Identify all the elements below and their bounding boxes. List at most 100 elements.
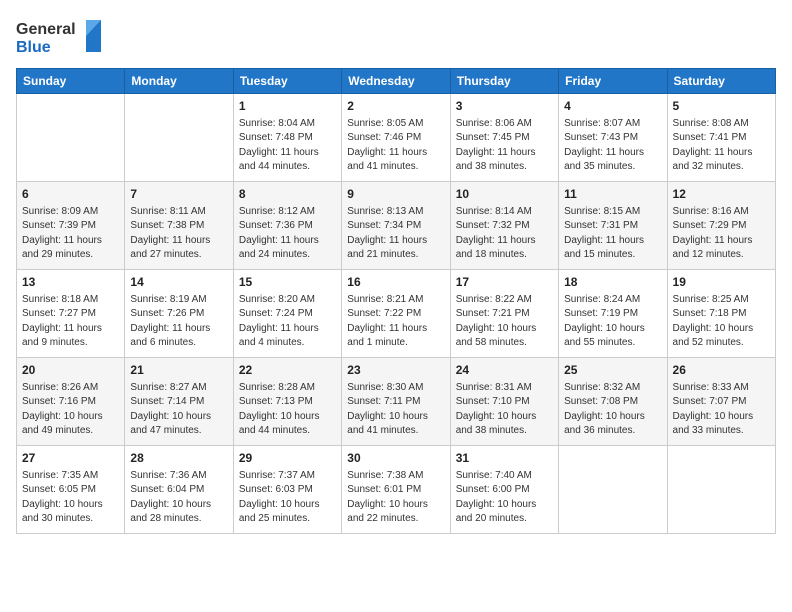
day-number: 15	[239, 274, 336, 291]
day-info: Sunrise: 8:13 AMSunset: 7:34 PMDaylight:…	[347, 205, 444, 263]
day-info: Sunrise: 8:15 AMSunset: 7:31 PMDaylight:…	[564, 205, 661, 263]
day-number: 31	[456, 450, 553, 467]
week-row-3: 13 Sunrise: 8:18 AMSunset: 7:27 PMDayligh…	[17, 270, 776, 358]
day-info: Sunrise: 8:08 AMSunset: 7:41 PMDaylight:…	[673, 117, 770, 175]
day-number: 4	[564, 98, 661, 115]
day-cell: 28Sunrise: 7:36 AMSunset: 6:04 PMDayligh…	[125, 446, 233, 534]
day-cell: 30 Sunrise: 7:38 AMSunset: 6:01 PMDayligh…	[342, 446, 450, 534]
weekday-header-wednesday: Wednesday	[342, 69, 450, 94]
week-row-4: 20 Sunrise: 8:26 AMSunset: 7:16 PMDayligh…	[17, 358, 776, 446]
day-cell: 27 Sunrise: 7:35 AMSunset: 6:05 PMDayligh…	[17, 446, 125, 534]
day-number: 18	[564, 274, 661, 291]
day-cell	[17, 94, 125, 182]
svg-text:General: General	[16, 21, 76, 38]
day-info: Sunrise: 7:37 AMSunset: 6:03 PMDaylight:…	[239, 469, 336, 527]
day-cell: 5Sunrise: 8:08 AMSunset: 7:41 PMDaylight…	[667, 94, 775, 182]
day-number: 9	[347, 186, 444, 203]
calendar-table: SundayMondayTuesdayWednesdayThursdayFrid…	[16, 68, 776, 534]
header: GeneralBlue	[16, 16, 776, 58]
day-info: Sunrise: 8:30 AMSunset: 7:11 PMDaylight:…	[347, 381, 444, 439]
day-number: 13	[22, 274, 119, 291]
day-number: 1	[239, 98, 336, 115]
weekday-header-thursday: Thursday	[450, 69, 558, 94]
day-info: Sunrise: 8:26 AMSunset: 7:16 PMDaylight:…	[22, 381, 119, 439]
day-info: Sunrise: 8:20 AMSunset: 7:24 PMDaylight:…	[239, 293, 336, 351]
day-cell: 2Sunrise: 8:05 AMSunset: 7:46 PMDaylight…	[342, 94, 450, 182]
day-number: 19	[673, 274, 770, 291]
day-cell: 21Sunrise: 8:27 AMSunset: 7:14 PMDayligh…	[125, 358, 233, 446]
day-info: Sunrise: 8:33 AMSunset: 7:07 PMDaylight:…	[673, 381, 770, 439]
day-cell: 22 Sunrise: 8:28 AMSunset: 7:13 PMDayligh…	[233, 358, 341, 446]
week-row-5: 27 Sunrise: 7:35 AMSunset: 6:05 PMDayligh…	[17, 446, 776, 534]
day-cell: 9 Sunrise: 8:13 AMSunset: 7:34 PMDaylight…	[342, 182, 450, 270]
weekday-header-tuesday: Tuesday	[233, 69, 341, 94]
day-info: Sunrise: 7:35 AMSunset: 6:05 PMDaylight:…	[22, 469, 119, 527]
day-info: Sunrise: 7:40 AMSunset: 6:00 PMDaylight:…	[456, 469, 553, 527]
day-cell: 12Sunrise: 8:16 AMSunset: 7:29 PMDayligh…	[667, 182, 775, 270]
day-cell: 7 Sunrise: 8:11 AMSunset: 7:38 PMDaylight…	[125, 182, 233, 270]
day-info: Sunrise: 7:38 AMSunset: 6:01 PMDaylight:…	[347, 469, 444, 527]
day-number: 24	[456, 362, 553, 379]
logo: GeneralBlue	[16, 16, 106, 58]
day-info: Sunrise: 8:25 AMSunset: 7:18 PMDaylight:…	[673, 293, 770, 351]
day-info: Sunrise: 8:04 AMSunset: 7:48 PMDaylight:…	[239, 117, 336, 175]
day-cell: 31 Sunrise: 7:40 AMSunset: 6:00 PMDayligh…	[450, 446, 558, 534]
day-number: 17	[456, 274, 553, 291]
svg-text:Blue: Blue	[16, 39, 51, 56]
day-info: Sunrise: 8:16 AMSunset: 7:29 PMDaylight:…	[673, 205, 770, 263]
weekday-header-sunday: Sunday	[17, 69, 125, 94]
day-info: Sunrise: 8:22 AMSunset: 7:21 PMDaylight:…	[456, 293, 553, 351]
day-number: 25	[564, 362, 661, 379]
day-number: 20	[22, 362, 119, 379]
day-info: Sunrise: 8:18 AMSunset: 7:27 PMDaylight:…	[22, 293, 119, 351]
day-cell: 16Sunrise: 8:21 AMSunset: 7:22 PMDayligh…	[342, 270, 450, 358]
day-cell: 13 Sunrise: 8:18 AMSunset: 7:27 PMDayligh…	[17, 270, 125, 358]
day-cell: 19 Sunrise: 8:25 AMSunset: 7:18 PMDayligh…	[667, 270, 775, 358]
day-number: 3	[456, 98, 553, 115]
day-info: Sunrise: 8:07 AMSunset: 7:43 PMDaylight:…	[564, 117, 661, 175]
day-cell: 17 Sunrise: 8:22 AMSunset: 7:21 PMDayligh…	[450, 270, 558, 358]
day-number: 22	[239, 362, 336, 379]
day-number: 6	[22, 186, 119, 203]
day-cell: 3 Sunrise: 8:06 AMSunset: 7:45 PMDaylight…	[450, 94, 558, 182]
day-info: Sunrise: 8:11 AMSunset: 7:38 PMDaylight:…	[130, 205, 227, 263]
week-row-1: 1 Sunrise: 8:04 AMSunset: 7:48 PMDaylight…	[17, 94, 776, 182]
day-info: Sunrise: 8:28 AMSunset: 7:13 PMDaylight:…	[239, 381, 336, 439]
day-number: 26	[673, 362, 770, 379]
day-cell: 15 Sunrise: 8:20 AMSunset: 7:24 PMDayligh…	[233, 270, 341, 358]
day-cell	[667, 446, 775, 534]
day-cell: 25Sunrise: 8:32 AMSunset: 7:08 PMDayligh…	[559, 358, 667, 446]
day-number: 10	[456, 186, 553, 203]
calendar-page: GeneralBlue SundayMondayTuesdayWednesday…	[0, 0, 792, 612]
day-number: 7	[130, 186, 227, 203]
day-info: Sunrise: 8:05 AMSunset: 7:46 PMDaylight:…	[347, 117, 444, 175]
day-cell	[125, 94, 233, 182]
day-cell: 11Sunrise: 8:15 AMSunset: 7:31 PMDayligh…	[559, 182, 667, 270]
day-info: Sunrise: 8:31 AMSunset: 7:10 PMDaylight:…	[456, 381, 553, 439]
day-cell: 26 Sunrise: 8:33 AMSunset: 7:07 PMDayligh…	[667, 358, 775, 446]
day-cell: 1 Sunrise: 8:04 AMSunset: 7:48 PMDaylight…	[233, 94, 341, 182]
day-cell: 8Sunrise: 8:12 AMSunset: 7:36 PMDaylight…	[233, 182, 341, 270]
day-number: 29	[239, 450, 336, 467]
day-cell: 18 Sunrise: 8:24 AMSunset: 7:19 PMDayligh…	[559, 270, 667, 358]
day-number: 14	[130, 274, 227, 291]
weekday-header-monday: Monday	[125, 69, 233, 94]
day-info: Sunrise: 8:21 AMSunset: 7:22 PMDaylight:…	[347, 293, 444, 351]
day-info: Sunrise: 8:24 AMSunset: 7:19 PMDaylight:…	[564, 293, 661, 351]
day-info: Sunrise: 8:06 AMSunset: 7:45 PMDaylight:…	[456, 117, 553, 175]
day-number: 30	[347, 450, 444, 467]
day-info: Sunrise: 8:09 AMSunset: 7:39 PMDaylight:…	[22, 205, 119, 263]
day-cell: 24 Sunrise: 8:31 AMSunset: 7:10 PMDayligh…	[450, 358, 558, 446]
day-number: 21	[130, 362, 227, 379]
day-info: Sunrise: 7:36 AMSunset: 6:04 PMDaylight:…	[130, 469, 227, 527]
logo-svg: GeneralBlue	[16, 16, 106, 58]
weekday-header-row: SundayMondayTuesdayWednesdayThursdayFrid…	[17, 69, 776, 94]
day-info: Sunrise: 8:19 AMSunset: 7:26 PMDaylight:…	[130, 293, 227, 351]
day-cell: 10Sunrise: 8:14 AMSunset: 7:32 PMDayligh…	[450, 182, 558, 270]
day-info: Sunrise: 8:12 AMSunset: 7:36 PMDaylight:…	[239, 205, 336, 263]
weekday-header-friday: Friday	[559, 69, 667, 94]
day-cell: 20 Sunrise: 8:26 AMSunset: 7:16 PMDayligh…	[17, 358, 125, 446]
day-number: 27	[22, 450, 119, 467]
day-cell: 14 Sunrise: 8:19 AMSunset: 7:26 PMDayligh…	[125, 270, 233, 358]
day-cell: 6 Sunrise: 8:09 AMSunset: 7:39 PMDaylight…	[17, 182, 125, 270]
